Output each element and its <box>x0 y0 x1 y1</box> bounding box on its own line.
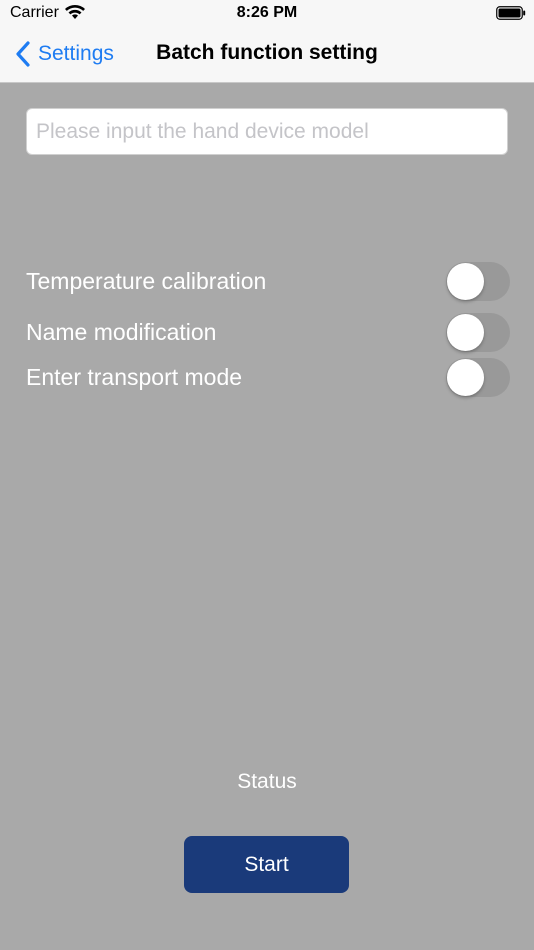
switch-knob <box>447 359 484 396</box>
battery-icon <box>496 6 526 20</box>
page-title: Batch function setting <box>156 41 378 64</box>
switch-knob <box>447 263 484 300</box>
name-modification-switch[interactable] <box>446 313 510 352</box>
status-bar: Carrier 8:26 PM <box>0 0 534 28</box>
status-text: Status <box>237 770 297 793</box>
setting-row-temperature-calibration: Temperature calibration <box>26 262 510 302</box>
status-time: 8:26 PM <box>236 4 298 21</box>
setting-label: Name modification <box>26 319 217 345</box>
temperature-calibration-switch[interactable] <box>446 262 510 301</box>
setting-row-transport-mode: Enter transport mode <box>26 358 510 398</box>
device-model-input[interactable] <box>26 108 508 155</box>
transport-mode-switch[interactable] <box>446 358 510 397</box>
setting-label: Enter transport mode <box>26 364 243 390</box>
switch-knob <box>447 314 484 351</box>
setting-label: Temperature calibration <box>26 268 267 294</box>
start-button[interactable]: Start <box>184 836 349 893</box>
setting-row-name-modification: Name modification <box>26 313 510 353</box>
navigation-bar: Settings Batch function setting <box>0 28 534 83</box>
